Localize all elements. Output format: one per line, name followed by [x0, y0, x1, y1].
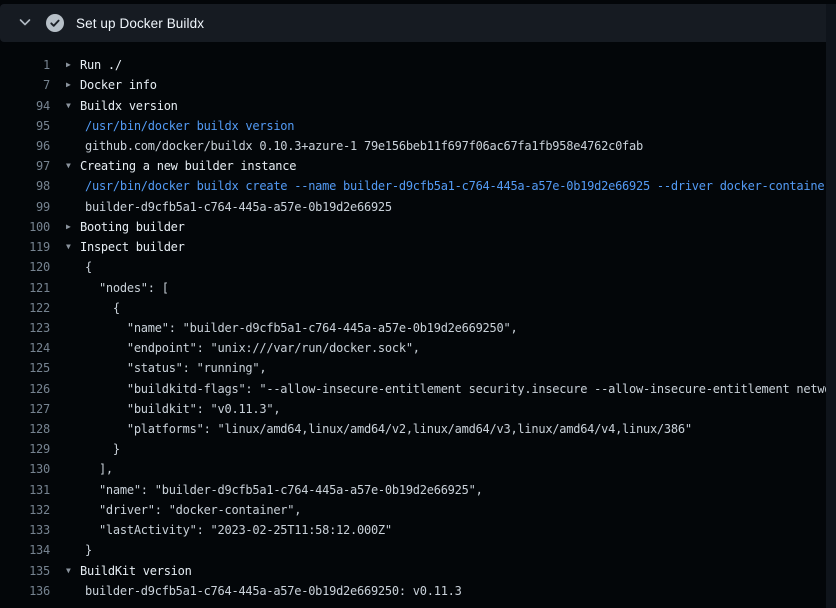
line-number[interactable]: 96 — [0, 139, 50, 153]
log-line[interactable]: 135 ▼ BuildKit version — [0, 560, 836, 580]
line-number[interactable]: 128 — [0, 422, 50, 436]
log-line: 120 { — [0, 257, 836, 277]
line-number[interactable]: 94 — [0, 99, 50, 113]
log-line: 134 } — [0, 540, 836, 560]
step-title: Set up Docker Buildx — [76, 16, 204, 31]
line-number[interactable]: 136 — [0, 584, 50, 598]
line-number[interactable]: 98 — [0, 179, 50, 193]
log-text: "name": "builder-d9cfb5a1-c764-445a-a57e… — [85, 321, 517, 335]
log-text: builder-d9cfb5a1-c764-445a-a57e-0b19d2e6… — [85, 200, 392, 214]
line-number[interactable]: 130 — [0, 462, 50, 476]
log-line: 125 "status": "running", — [0, 358, 836, 378]
line-number[interactable]: 122 — [0, 301, 50, 315]
log-text: builder-d9cfb5a1-c764-445a-a57e-0b19d2e6… — [85, 584, 462, 598]
line-number[interactable]: 121 — [0, 281, 50, 295]
log-text: "status": "running", — [85, 361, 266, 375]
log-line: 126 "buildkitd-flags": "--allow-insecure… — [0, 379, 836, 399]
step-header[interactable]: Set up Docker Buildx — [0, 4, 836, 42]
line-number[interactable]: 134 — [0, 543, 50, 557]
line-number[interactable]: 127 — [0, 402, 50, 416]
line-number[interactable]: 126 — [0, 382, 50, 396]
log-line: 98 /usr/bin/docker buildx create --name … — [0, 176, 836, 196]
log-text: /usr/bin/docker buildx version — [85, 119, 294, 133]
group-expand-icon[interactable]: ▶ — [66, 81, 80, 89]
log-line: 136 builder-d9cfb5a1-c764-445a-a57e-0b19… — [0, 581, 836, 601]
group-expand-icon[interactable]: ▶ — [66, 61, 80, 69]
line-number[interactable]: 133 — [0, 523, 50, 537]
log-text: Creating a new builder instance — [80, 159, 296, 173]
line-number[interactable]: 135 — [0, 564, 50, 578]
log-line: 124 "endpoint": "unix:///var/run/docker.… — [0, 338, 836, 358]
log-text: "name": "builder-d9cfb5a1-c764-445a-a57e… — [85, 483, 483, 497]
line-number[interactable]: 95 — [0, 119, 50, 133]
log-line: 131 "name": "builder-d9cfb5a1-c764-445a-… — [0, 480, 836, 500]
log-text: "endpoint": "unix:///var/run/docker.sock… — [85, 341, 420, 355]
line-number[interactable]: 129 — [0, 442, 50, 456]
line-number[interactable]: 125 — [0, 361, 50, 375]
log-line[interactable]: 1 ▶ Run ./ — [0, 55, 836, 75]
line-number[interactable]: 124 — [0, 341, 50, 355]
log-line: 121 "nodes": [ — [0, 277, 836, 297]
log-line[interactable]: 94 ▼ Buildx version — [0, 95, 836, 115]
scrollbar-track[interactable] — [826, 4, 836, 608]
log-text: Buildx version — [80, 99, 178, 113]
log-line: 127 "buildkit": "v0.11.3", — [0, 399, 836, 419]
log-text: "nodes": [ — [85, 281, 169, 295]
line-number[interactable]: 119 — [0, 240, 50, 254]
log-text: "driver": "docker-container", — [85, 503, 301, 517]
group-expand-icon[interactable]: ▶ — [66, 223, 80, 231]
line-number[interactable]: 99 — [0, 200, 50, 214]
log-text: } — [85, 442, 120, 456]
log-container: 1 ▶ Run ./ 7 ▶ Docker info 94 ▼ Buildx v… — [0, 42, 836, 601]
log-text: Inspect builder — [80, 240, 185, 254]
group-collapse-icon[interactable]: ▼ — [66, 567, 80, 575]
line-number[interactable]: 132 — [0, 503, 50, 517]
log-line[interactable]: 97 ▼ Creating a new builder instance — [0, 156, 836, 176]
line-number[interactable]: 123 — [0, 321, 50, 335]
log-text: { — [85, 301, 120, 315]
log-line[interactable]: 7 ▶ Docker info — [0, 75, 836, 95]
log-line: 129 } — [0, 439, 836, 459]
step-success-check-icon — [46, 14, 64, 32]
log-text: github.com/docker/buildx 0.10.3+azure-1 … — [85, 139, 643, 153]
log-line: 133 "lastActivity": "2023-02-25T11:58:12… — [0, 520, 836, 540]
log-text: "lastActivity": "2023-02-25T11:58:12.000… — [85, 523, 392, 537]
log-line: 95 /usr/bin/docker buildx version — [0, 116, 836, 136]
group-collapse-icon[interactable]: ▼ — [66, 102, 80, 110]
line-number[interactable]: 131 — [0, 483, 50, 497]
log-text: Booting builder — [80, 220, 185, 234]
log-line: 123 "name": "builder-d9cfb5a1-c764-445a-… — [0, 318, 836, 338]
line-number[interactable]: 1 — [0, 58, 50, 72]
line-number[interactable]: 120 — [0, 260, 50, 274]
chevron-down-icon — [18, 15, 32, 32]
collapse-step-button[interactable] — [12, 10, 38, 36]
line-number[interactable]: 7 — [0, 78, 50, 92]
log-text: } — [85, 543, 92, 557]
group-collapse-icon[interactable]: ▼ — [66, 162, 80, 170]
log-text: "buildkit": "v0.11.3", — [85, 402, 280, 416]
log-line: 130 ], — [0, 459, 836, 479]
log-line[interactable]: 100 ▶ Booting builder — [0, 217, 836, 237]
log-text: Run ./ — [80, 58, 122, 72]
log-text: /usr/bin/docker buildx create --name bui… — [85, 179, 831, 193]
log-text: "buildkitd-flags": "--allow-insecure-ent… — [85, 382, 836, 396]
log-text: Docker info — [80, 78, 157, 92]
log-line: 99 builder-d9cfb5a1-c764-445a-a57e-0b19d… — [0, 197, 836, 217]
log-line: 128 "platforms": "linux/amd64,linux/amd6… — [0, 419, 836, 439]
line-number[interactable]: 100 — [0, 220, 50, 234]
line-number[interactable]: 97 — [0, 159, 50, 173]
log-line: 132 "driver": "docker-container", — [0, 500, 836, 520]
log-text: BuildKit version — [80, 564, 192, 578]
log-line: 96 github.com/docker/buildx 0.10.3+azure… — [0, 136, 836, 156]
group-collapse-icon[interactable]: ▼ — [66, 243, 80, 251]
log-text: "platforms": "linux/amd64,linux/amd64/v2… — [85, 422, 692, 436]
log-line: 122 { — [0, 298, 836, 318]
log-text: { — [85, 260, 92, 274]
log-text: ], — [85, 462, 113, 476]
log-line[interactable]: 119 ▼ Inspect builder — [0, 237, 836, 257]
